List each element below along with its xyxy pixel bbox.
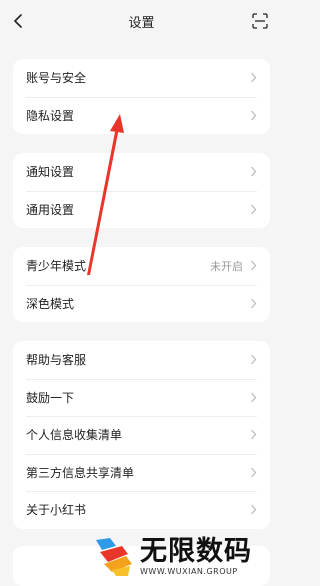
- settings-item-label: 通知设置: [26, 165, 75, 180]
- scan-button[interactable]: [249, 10, 271, 32]
- chevron-right-icon: [248, 166, 258, 178]
- settings-item-notifications[interactable]: 通知设置: [13, 153, 270, 191]
- settings-item-label: 关于小红书: [26, 503, 87, 518]
- settings-item-encourage[interactable]: 鼓励一下: [13, 378, 270, 417]
- settings-item-label: 隐私设置: [26, 108, 75, 123]
- chevron-right-icon: [248, 504, 258, 516]
- chevron-right-icon: [248, 354, 258, 366]
- settings-item-general[interactable]: 通用设置: [13, 190, 270, 229]
- settings-item-personal-info-list[interactable]: 个人信息收集清单: [13, 416, 270, 454]
- settings-group-about: 帮助与客服 鼓励一下 个人信息收集清单 第三方信息共享清单 关于小红书: [13, 341, 270, 529]
- settings-item-privacy[interactable]: 隐私设置: [13, 96, 270, 135]
- chevron-right-icon: [248, 109, 258, 121]
- settings-group-general: 通知设置 通用设置: [13, 153, 270, 228]
- scan-icon: [252, 13, 268, 29]
- settings-item-label: 深色模式: [26, 296, 75, 311]
- chevron-right-icon: [248, 391, 258, 403]
- settings-item-label: 账号与安全: [26, 71, 87, 86]
- settings-group-partial: [13, 546, 270, 586]
- chevron-right-icon: [248, 203, 258, 215]
- chevron-right-icon: [248, 429, 258, 441]
- header: 设置: [0, 0, 283, 44]
- page-title: 设置: [128, 16, 155, 31]
- settings-item-label: 第三方信息共享清单: [26, 465, 135, 480]
- settings-item-teen-mode[interactable]: 青少年模式 未开启: [13, 247, 270, 285]
- settings-item-third-party-list[interactable]: 第三方信息共享清单: [13, 453, 270, 492]
- settings-item-about[interactable]: 关于小红书: [13, 491, 270, 529]
- settings-item-dark-mode[interactable]: 深色模式: [13, 284, 270, 323]
- chevron-right-icon: [248, 466, 258, 478]
- settings-item-label: 鼓励一下: [26, 390, 75, 405]
- settings-group-account: 账号与安全 隐私设置: [13, 59, 270, 134]
- settings-item-help[interactable]: 帮助与客服: [13, 341, 270, 379]
- settings-item-label: 通用设置: [26, 202, 75, 217]
- settings-item-label: 青少年模式: [26, 259, 87, 274]
- chevron-right-icon: [248, 297, 258, 309]
- settings-item-account-security[interactable]: 账号与安全: [13, 59, 270, 97]
- teen-mode-status: 未开启: [210, 259, 243, 273]
- settings-item-label: 帮助与客服: [26, 353, 87, 368]
- chevron-right-icon: [248, 72, 258, 84]
- chevron-right-icon: [248, 260, 258, 272]
- settings-item-label: 个人信息收集清单: [26, 428, 123, 443]
- settings-group-modes: 青少年模式 未开启 深色模式: [13, 247, 270, 322]
